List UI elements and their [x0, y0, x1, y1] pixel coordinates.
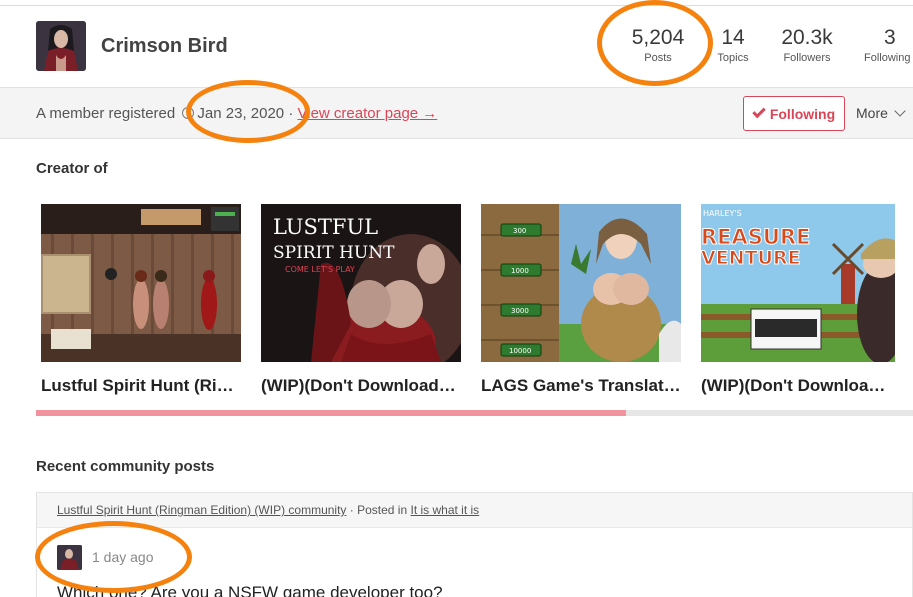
thumb-button-4: 10000 — [509, 347, 531, 355]
username[interactable]: Crimson Bird — [101, 35, 228, 58]
stat-followers-label: Followers — [783, 52, 831, 64]
carousel-scroll-progress-fill — [36, 410, 627, 416]
post-time[interactable]: 1 day ago — [92, 549, 154, 565]
game-thumbnail[interactable]: HARLEY'S REASURE VENTURE — [701, 204, 895, 362]
game-title[interactable]: LAGS Game's Translation — [481, 376, 681, 396]
creator-of-heading: Creator of — [36, 160, 108, 177]
game-thumbnail[interactable]: LUSTFUL SPIRIT HUNT COME LET'S PLAY — [261, 204, 461, 362]
chevron-right-icon — [891, 278, 912, 298]
community-link[interactable]: Lustful Spirit Hunt (Ringman Edition) (W… — [57, 503, 346, 517]
following-button[interactable]: Following — [743, 96, 845, 131]
post-meta: Lustful Spirit Hunt (Ringman Edition) (W… — [37, 493, 912, 528]
check-icon — [752, 104, 766, 119]
thumb-title-1: LUSTFUL — [273, 215, 378, 239]
avatar[interactable] — [57, 545, 82, 570]
stat-posts[interactable]: 5,204 Posts — [629, 25, 687, 65]
following-button-label: Following — [769, 105, 836, 122]
profile-subbar: A member registered Jan 23, 2020 · View … — [0, 87, 913, 139]
posted-in-text: · Posted in — [349, 503, 408, 517]
carousel-next-button[interactable] — [890, 268, 913, 308]
stat-topics[interactable]: 14 Topics — [713, 25, 753, 65]
stat-posts-label: Posts — [644, 52, 672, 64]
thumb-title-1: REASURE — [701, 225, 810, 249]
clock-icon — [182, 107, 195, 119]
thumb-button-3: 3000 — [511, 307, 529, 315]
stat-topics-value: 14 — [721, 26, 745, 49]
more-dropdown[interactable]: More — [856, 105, 906, 121]
thumb-tagline: COME LET'S PLAY — [285, 265, 355, 274]
game-card[interactable]: Lustful Spirit Hunt (Ringman Edition) — [41, 204, 241, 396]
stat-topics-label: Topics — [717, 52, 749, 64]
profile-header: Crimson Bird 5,204 Posts 14 Topics 20.3k… — [0, 7, 913, 87]
separator: · — [288, 105, 294, 122]
game-card[interactable]: HARLEY'S REASURE VENTURE (WIP)(Don't Dow… — [701, 204, 901, 396]
carousel-scroll-progress — [36, 410, 913, 416]
thumb-title-2: SPIRIT HUNT — [273, 243, 395, 263]
topic-link[interactable]: It is what it is — [411, 503, 480, 517]
registration-info: A member registered Jan 23, 2020 · View … — [36, 105, 437, 122]
game-title[interactable]: (WIP)(Don't Download) Lustful Spirit Hun… — [261, 376, 461, 396]
stat-followers[interactable]: 20.3k Followers — [777, 25, 837, 65]
game-thumbnail[interactable]: 300 1000 3000 10000 — [481, 204, 681, 362]
game-thumbnail[interactable] — [41, 204, 241, 362]
thumb-button-1: 300 — [513, 227, 526, 235]
stat-followers-value: 20.3k — [781, 26, 833, 49]
view-creator-page-link[interactable]: View creator page → — [298, 105, 438, 122]
game-title[interactable]: Lustful Spirit Hunt (Ringman Edition) — [41, 376, 241, 396]
more-label: More — [856, 105, 888, 121]
stat-posts-value: 5,204 — [631, 26, 685, 49]
stat-following[interactable]: 3 Following — [864, 25, 913, 65]
post-text[interactable]: Which one? Are you a NSFW game developer… — [57, 583, 443, 597]
game-title[interactable]: (WIP)(Don't Download) Harley's Treasure … — [701, 376, 895, 396]
registered-date: Jan 23, 2020 — [197, 105, 285, 122]
game-card[interactable]: LUSTFUL SPIRIT HUNT COME LET'S PLAY (WIP… — [261, 204, 461, 396]
stat-following-label: Following — [864, 52, 911, 64]
thumb-button-2: 1000 — [511, 267, 529, 275]
community-post: Lustful Spirit Hunt (Ringman Edition) (W… — [36, 492, 913, 597]
recent-posts-heading: Recent community posts — [36, 458, 215, 475]
thumb-tag: HARLEY'S — [703, 209, 742, 218]
chevron-down-icon — [894, 105, 906, 117]
top-border — [0, 0, 913, 6]
avatar[interactable] — [36, 21, 86, 71]
game-card[interactable]: 300 1000 3000 10000 LAGS Game's Translat… — [481, 204, 681, 396]
registered-label: A member registered — [36, 105, 176, 122]
stat-following-value: 3 — [884, 26, 896, 49]
thumb-title-2: VENTURE — [701, 247, 801, 269]
